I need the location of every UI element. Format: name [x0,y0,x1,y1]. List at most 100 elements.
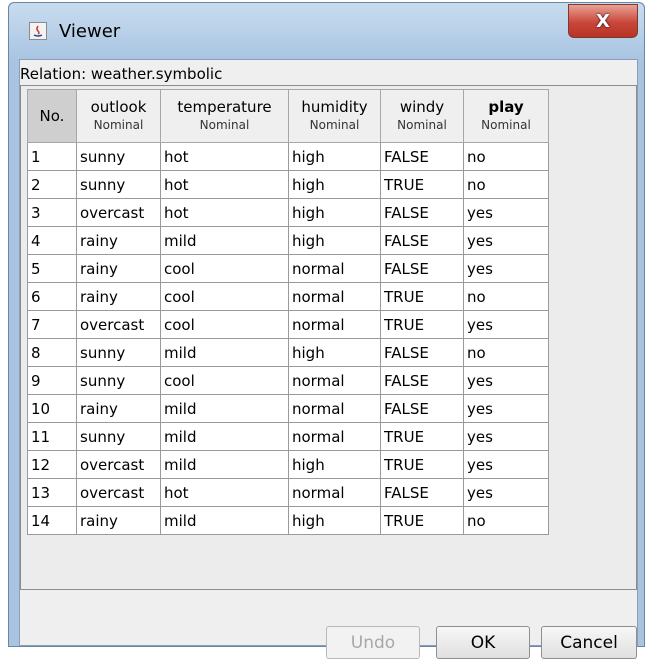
row-number-cell[interactable]: 10 [27,394,77,423]
humidity-cell[interactable]: high [288,450,381,479]
outlook-cell[interactable]: sunny [76,170,161,199]
windy-cell[interactable]: TRUE [380,170,464,199]
play-cell[interactable]: no [463,282,549,311]
column-header-humidity[interactable]: humidity Nominal [288,89,381,143]
undo-button[interactable]: Undo [326,626,420,659]
play-cell[interactable]: yes [463,450,549,479]
temperature-cell[interactable]: cool [160,310,289,339]
humidity-cell[interactable]: high [288,226,381,255]
column-header-temperature[interactable]: temperature Nominal [160,89,289,143]
windy-cell[interactable]: FALSE [380,478,464,507]
outlook-cell[interactable]: rainy [76,394,161,423]
temperature-cell[interactable]: hot [160,478,289,507]
humidity-cell[interactable]: normal [288,310,381,339]
humidity-cell[interactable]: high [288,198,381,227]
humidity-cell[interactable]: normal [288,394,381,423]
row-number-cell[interactable]: 9 [27,366,77,395]
outlook-cell[interactable]: rainy [76,506,161,535]
play-cell[interactable]: yes [463,422,549,451]
row-number-cell[interactable]: 4 [27,226,77,255]
row-number-cell[interactable]: 6 [27,282,77,311]
temperature-cell[interactable]: hot [160,198,289,227]
temperature-cell[interactable]: mild [160,338,289,367]
row-number-cell[interactable]: 12 [27,450,77,479]
table-row[interactable]: 10 rainy mild normal FALSE yes [27,394,549,423]
outlook-cell[interactable]: rainy [76,282,161,311]
windy-cell[interactable]: TRUE [380,282,464,311]
temperature-cell[interactable]: mild [160,506,289,535]
row-number-cell[interactable]: 5 [27,254,77,283]
play-cell[interactable]: no [463,170,549,199]
table-row[interactable]: 7 overcast cool normal TRUE yes [27,310,549,339]
table-row[interactable]: 8 sunny mild high FALSE no [27,338,549,367]
table-row[interactable]: 3 overcast hot high FALSE yes [27,198,549,227]
humidity-cell[interactable]: high [288,170,381,199]
outlook-cell[interactable]: overcast [76,310,161,339]
humidity-cell[interactable]: high [288,338,381,367]
temperature-cell[interactable]: hot [160,142,289,171]
humidity-cell[interactable]: normal [288,254,381,283]
row-number-cell[interactable]: 14 [27,506,77,535]
windy-cell[interactable]: FALSE [380,198,464,227]
column-header-windy[interactable]: windy Nominal [380,89,464,143]
play-cell[interactable]: yes [463,478,549,507]
temperature-cell[interactable]: mild [160,226,289,255]
windy-cell[interactable]: FALSE [380,226,464,255]
windy-cell[interactable]: TRUE [380,422,464,451]
humidity-cell[interactable]: high [288,506,381,535]
table-row[interactable]: 4 rainy mild high FALSE yes [27,226,549,255]
column-header-outlook[interactable]: outlook Nominal [76,89,161,143]
row-number-cell[interactable]: 1 [27,142,77,171]
outlook-cell[interactable]: sunny [76,338,161,367]
row-number-cell[interactable]: 2 [27,170,77,199]
temperature-cell[interactable]: cool [160,366,289,395]
humidity-cell[interactable]: normal [288,422,381,451]
close-button[interactable]: X [568,4,638,38]
humidity-cell[interactable]: high [288,142,381,171]
temperature-cell[interactable]: mild [160,422,289,451]
row-number-cell[interactable]: 8 [27,338,77,367]
table-row[interactable]: 6 rainy cool normal TRUE no [27,282,549,311]
play-cell[interactable]: no [463,338,549,367]
play-cell[interactable]: yes [463,366,549,395]
windy-cell[interactable]: FALSE [380,338,464,367]
temperature-cell[interactable]: cool [160,282,289,311]
table-row[interactable]: 5 rainy cool normal FALSE yes [27,254,549,283]
outlook-cell[interactable]: overcast [76,198,161,227]
outlook-cell[interactable]: rainy [76,254,161,283]
outlook-cell[interactable]: overcast [76,478,161,507]
outlook-cell[interactable]: sunny [76,366,161,395]
row-number-cell[interactable]: 13 [27,478,77,507]
row-number-cell[interactable]: 3 [27,198,77,227]
row-number-cell[interactable]: 7 [27,310,77,339]
table-row[interactable]: 14 rainy mild high TRUE no [27,506,549,535]
outlook-cell[interactable]: sunny [76,142,161,171]
play-cell[interactable]: no [463,506,549,535]
windy-cell[interactable]: TRUE [380,450,464,479]
cancel-button[interactable]: Cancel [541,626,637,659]
humidity-cell[interactable]: normal [288,282,381,311]
temperature-cell[interactable]: mild [160,394,289,423]
play-cell[interactable]: yes [463,198,549,227]
title-bar[interactable]: Viewer X [9,3,644,59]
temperature-cell[interactable]: hot [160,170,289,199]
outlook-cell[interactable]: sunny [76,422,161,451]
outlook-cell[interactable]: rainy [76,226,161,255]
humidity-cell[interactable]: normal [288,478,381,507]
temperature-cell[interactable]: mild [160,450,289,479]
windy-cell[interactable]: FALSE [380,394,464,423]
windy-cell[interactable]: FALSE [380,254,464,283]
row-number-cell[interactable]: 11 [27,422,77,451]
windy-cell[interactable]: TRUE [380,506,464,535]
windy-cell[interactable]: TRUE [380,310,464,339]
column-header-play[interactable]: play Nominal [463,89,549,143]
table-row[interactable]: 2 sunny hot high TRUE no [27,170,549,199]
table-row[interactable]: 12 overcast mild high TRUE yes [27,450,549,479]
column-header-no[interactable]: No. [27,89,77,143]
table-row[interactable]: 1 sunny hot high FALSE no [27,142,549,171]
temperature-cell[interactable]: cool [160,254,289,283]
ok-button[interactable]: OK [436,626,530,659]
table-row[interactable]: 9 sunny cool normal FALSE yes [27,366,549,395]
play-cell[interactable]: yes [463,310,549,339]
table-row[interactable]: 13 overcast hot normal FALSE yes [27,478,549,507]
